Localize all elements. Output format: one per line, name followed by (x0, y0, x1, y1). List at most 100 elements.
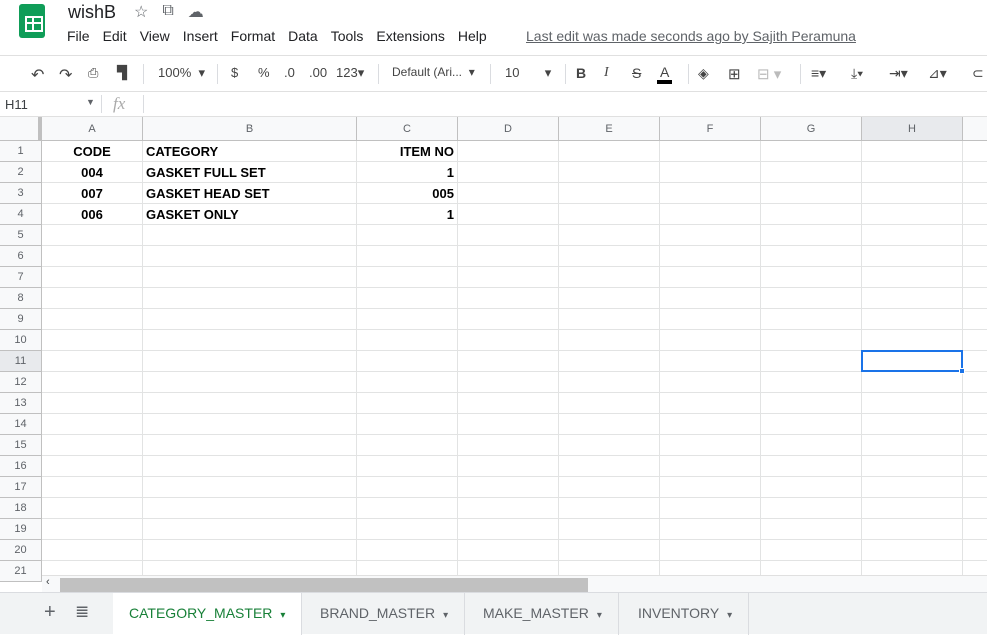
cell[interactable] (963, 330, 987, 351)
cell[interactable] (559, 267, 660, 288)
cell[interactable] (862, 435, 963, 456)
cell[interactable] (143, 330, 357, 351)
cell[interactable] (963, 540, 987, 561)
italic-button[interactable]: I (604, 65, 609, 81)
cell[interactable] (862, 498, 963, 519)
cell[interactable] (761, 141, 862, 162)
row-header[interactable]: 1 (0, 141, 42, 162)
cell[interactable] (761, 330, 862, 351)
cell[interactable] (862, 456, 963, 477)
all-sheets-icon[interactable]: ≣ (75, 602, 89, 622)
selected-cell-h11[interactable] (861, 350, 965, 374)
cell[interactable] (143, 498, 357, 519)
cell[interactable] (660, 246, 761, 267)
cell[interactable] (42, 498, 143, 519)
cell[interactable] (42, 288, 143, 309)
cell[interactable] (660, 183, 761, 204)
merge-cells-icon[interactable]: ⊟ ▾ (757, 65, 781, 83)
fill-handle[interactable] (959, 368, 965, 374)
cell[interactable] (42, 456, 143, 477)
cell[interactable] (761, 498, 862, 519)
cell[interactable] (660, 162, 761, 183)
row-header[interactable]: 4 (0, 204, 42, 225)
cell[interactable] (660, 393, 761, 414)
cell[interactable] (559, 372, 660, 393)
cell[interactable] (143, 267, 357, 288)
cell[interactable] (42, 267, 143, 288)
row-header[interactable]: 3 (0, 183, 42, 204)
cell[interactable] (963, 141, 987, 162)
tab-dropdown-icon[interactable]: ▾ (443, 610, 448, 621)
cell[interactable] (357, 330, 458, 351)
cell[interactable] (963, 498, 987, 519)
cell[interactable]: 004 (42, 162, 143, 183)
zoom-select[interactable]: 100% ▾ (158, 65, 205, 81)
row-header[interactable]: 19 (0, 519, 42, 540)
row-header[interactable]: 18 (0, 498, 42, 519)
cell[interactable] (761, 540, 862, 561)
cell[interactable]: 1 (357, 204, 458, 225)
paint-format-icon[interactable]: ▜ (117, 65, 127, 81)
cell[interactable] (761, 267, 862, 288)
cell[interactable] (963, 477, 987, 498)
cell[interactable] (559, 309, 660, 330)
row-header[interactable]: 10 (0, 330, 42, 351)
font-select[interactable]: Default (Ari... ▾ (392, 65, 475, 79)
cell[interactable] (458, 225, 559, 246)
cell[interactable] (761, 351, 862, 372)
column-header[interactable] (963, 117, 987, 141)
cell[interactable] (42, 477, 143, 498)
cell[interactable] (963, 519, 987, 540)
cell[interactable] (963, 435, 987, 456)
cell[interactable] (559, 351, 660, 372)
cell[interactable] (963, 162, 987, 183)
percent-button[interactable]: % (258, 65, 270, 80)
vertical-align-icon[interactable]: ⤓▾ (851, 65, 863, 82)
cell[interactable] (660, 141, 761, 162)
cell[interactable] (458, 330, 559, 351)
row-header[interactable]: 16 (0, 456, 42, 477)
column-header[interactable]: D (458, 117, 559, 141)
cell[interactable] (458, 393, 559, 414)
cell[interactable] (963, 183, 987, 204)
cell[interactable] (559, 519, 660, 540)
cell[interactable] (660, 456, 761, 477)
sheet-tab-brand-master[interactable]: BRAND_MASTER ▾ (304, 593, 466, 635)
cell[interactable] (357, 498, 458, 519)
cell[interactable] (761, 435, 862, 456)
menu-help[interactable]: Help (458, 28, 487, 44)
cell[interactable] (963, 288, 987, 309)
cell[interactable] (458, 246, 559, 267)
row-header[interactable]: 20 (0, 540, 42, 561)
cell[interactable] (458, 456, 559, 477)
cell[interactable] (357, 267, 458, 288)
increase-decimal-button[interactable]: .00 (309, 65, 327, 80)
sheet-tab-category-master[interactable]: CATEGORY_MASTER ▾ (113, 593, 303, 635)
cell[interactable]: GASKET ONLY (143, 204, 357, 225)
cell[interactable] (357, 309, 458, 330)
cell[interactable] (357, 540, 458, 561)
cell[interactable] (963, 372, 987, 393)
cell[interactable] (357, 351, 458, 372)
cell[interactable]: ITEM NO (357, 141, 458, 162)
cell[interactable] (660, 498, 761, 519)
cell[interactable] (660, 519, 761, 540)
cell[interactable] (761, 288, 862, 309)
cell[interactable] (357, 519, 458, 540)
cell[interactable] (42, 540, 143, 561)
cell[interactable] (143, 540, 357, 561)
horizontal-align-icon[interactable]: ≡▾ (811, 65, 826, 82)
cell[interactable] (862, 330, 963, 351)
cell[interactable] (761, 183, 862, 204)
cell[interactable] (761, 309, 862, 330)
cell[interactable] (761, 414, 862, 435)
menu-format[interactable]: Format (231, 28, 275, 44)
cell[interactable] (357, 372, 458, 393)
cell[interactable] (761, 372, 862, 393)
menu-file[interactable]: File (67, 28, 90, 44)
cell[interactable] (559, 204, 660, 225)
cell[interactable] (660, 309, 761, 330)
cell[interactable] (963, 267, 987, 288)
row-header[interactable]: 7 (0, 267, 42, 288)
cell[interactable] (357, 246, 458, 267)
